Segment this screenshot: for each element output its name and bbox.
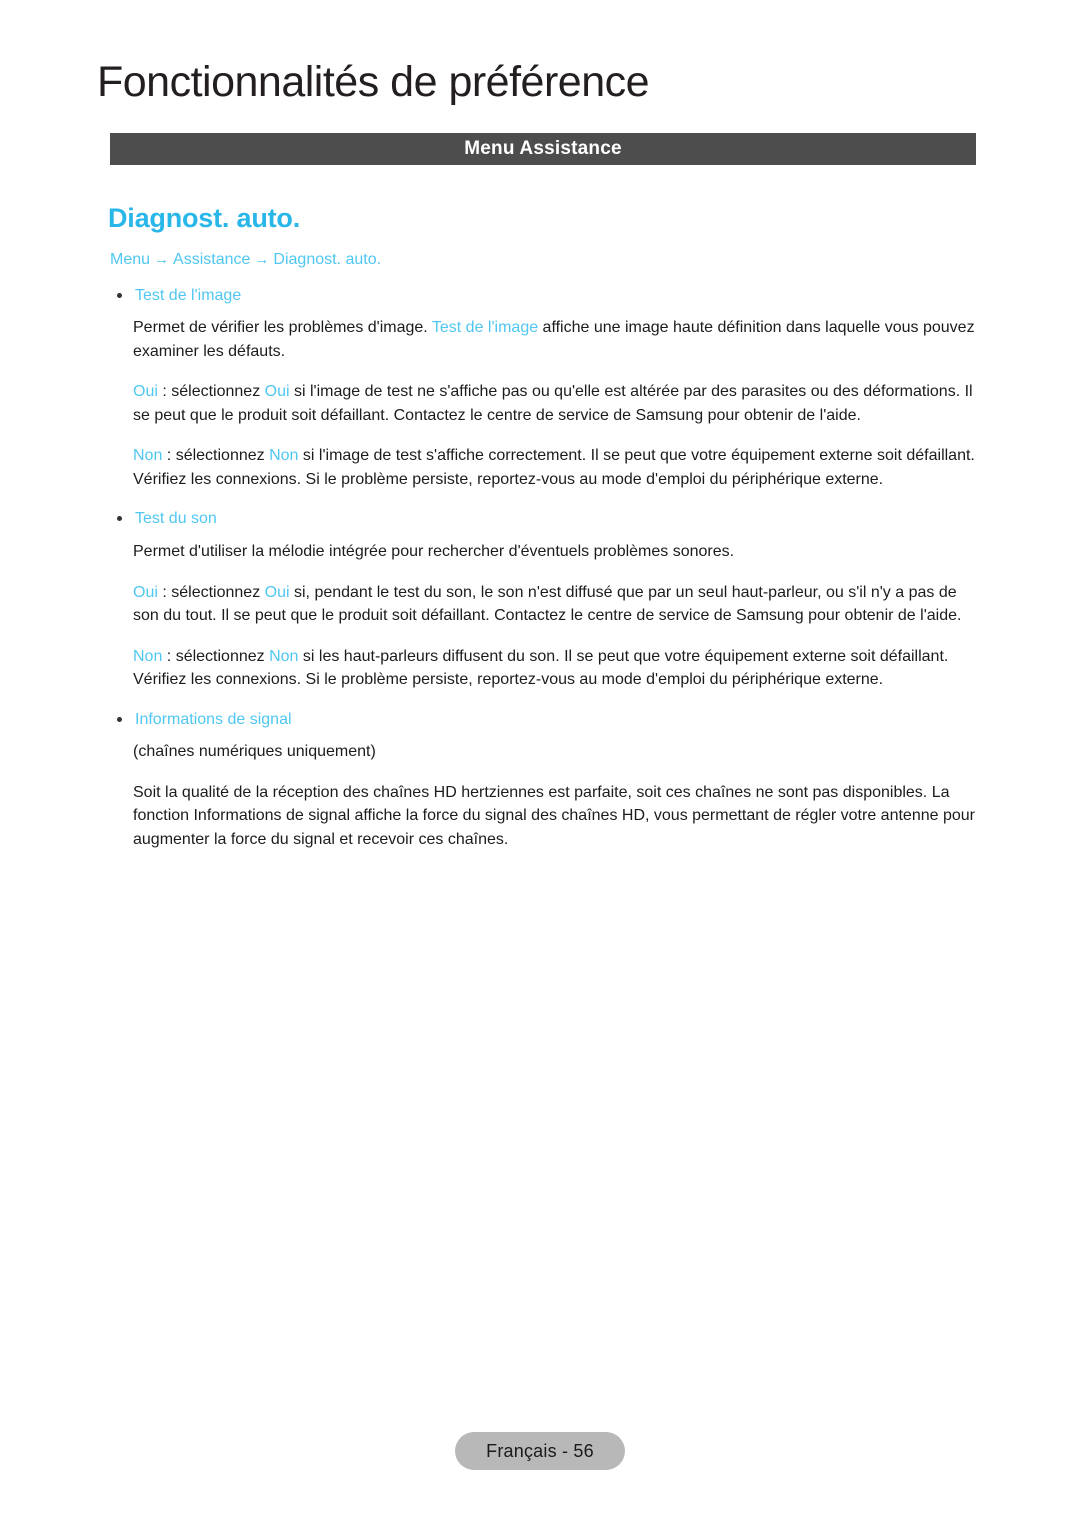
paragraph-text: (chaînes numériques uniquement) — [133, 743, 376, 761]
highlighted-term: Oui — [133, 383, 158, 401]
page-title: Diagnost. auto. — [108, 203, 300, 233]
highlighted-term: Oui — [264, 583, 290, 601]
paragraph-text: Permet de vérifier les problèmes d'image… — [133, 319, 432, 337]
body-paragraph: (chaînes numériques uniquement) — [110, 740, 976, 764]
highlighted-term: Test de l'image — [431, 319, 539, 337]
highlighted-term: Non — [133, 647, 163, 665]
paragraph-text: : sélectionnez — [162, 447, 270, 465]
document-page: Fonctionnalités de préférence Menu Assis… — [0, 0, 1080, 1519]
body-paragraph: Oui : sélectionnez Oui si l'image de tes… — [110, 380, 976, 427]
footer-page-indicator: Français - 56 — [455, 1432, 625, 1470]
section-bullet-heading: Informations de signal — [110, 709, 976, 731]
highlighted-term: Non — [269, 447, 299, 465]
highlighted-term: Non — [269, 647, 299, 665]
section-bullet-heading: Test du son — [110, 508, 976, 530]
section-banner: Menu Assistance — [110, 133, 976, 165]
paragraph-text: : sélectionnez — [162, 647, 270, 665]
content-body: Menu → Assistance → Diagnost. auto. Test de … — [110, 250, 976, 868]
footer-page-label: Français - 56 — [486, 1440, 594, 1461]
body-paragraph: Non : sélectionnez Non si les haut-parle… — [110, 645, 976, 692]
section-banner-label: Menu Assistance — [464, 138, 622, 159]
paragraph-text: Permet d'utiliser la mélodie intégrée po… — [133, 543, 735, 561]
highlighted-term: Oui — [133, 583, 158, 601]
breadcrumb-item: Menu — [110, 251, 151, 268]
body-paragraph: Soit la qualité de la réception des chaî… — [110, 781, 976, 852]
paragraph-text: : sélectionnez — [157, 583, 265, 601]
highlighted-term: Non — [133, 447, 163, 465]
breadcrumb-item: Assistance — [173, 251, 251, 268]
paragraph-text: Soit la qualité de la réception des chaî… — [133, 783, 975, 848]
breadcrumb: Menu → Assistance → Diagnost. auto. — [110, 250, 976, 271]
body-paragraph: Oui : sélectionnez Oui si, pendant le te… — [110, 581, 976, 628]
body-paragraph: Permet d'utiliser la mélodie intégrée po… — [110, 540, 976, 564]
breadcrumb-item: Diagnost. auto. — [273, 251, 382, 268]
body-paragraph: Non : sélectionnez Non si l'image de tes… — [110, 444, 976, 491]
sections-list: Test de l'image Permet de vérifier les pr… — [110, 285, 976, 852]
highlighted-term: Oui — [264, 383, 290, 401]
section-bullet-heading: Test de l'image — [110, 285, 976, 307]
breadcrumb-arrow-icon: → — [254, 251, 270, 268]
paragraph-text: : sélectionnez — [157, 383, 265, 401]
chapter-title: Fonctionnalités de préférence — [97, 58, 650, 106]
breadcrumb-arrow-icon: → — [154, 251, 170, 268]
body-paragraph: Permet de vérifier les problèmes d'image… — [110, 316, 976, 363]
